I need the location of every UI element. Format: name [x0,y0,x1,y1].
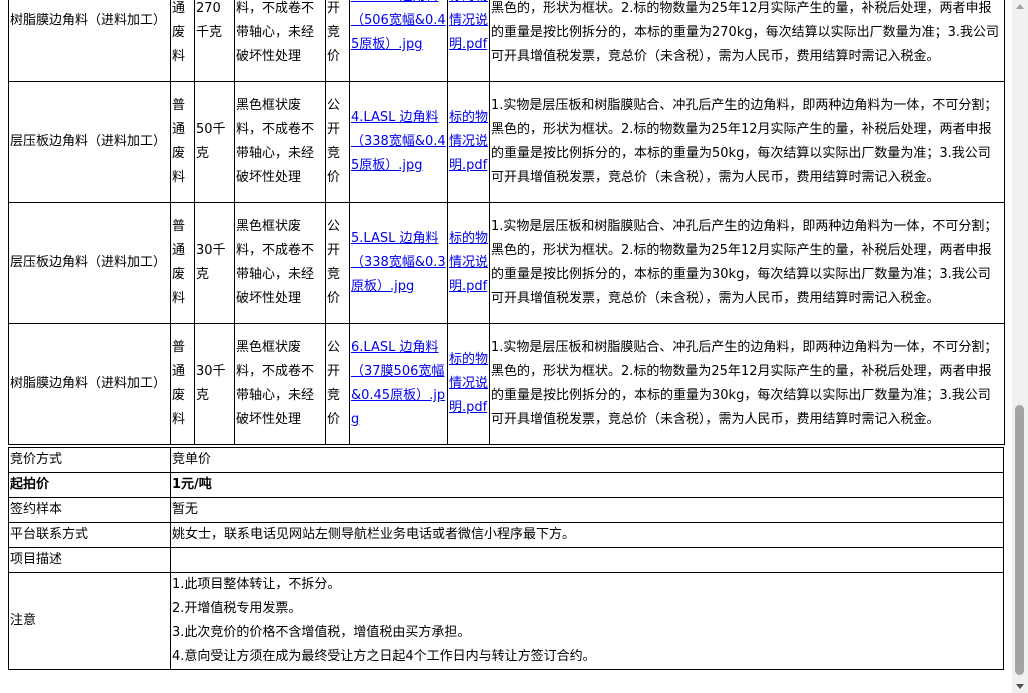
sample-value: 暂无 [170,497,1004,523]
item-photo-cell: 6.LASL 边角料（37膜506宽幅&0.45原板）.jpg [349,323,448,445]
item-doc-link[interactable]: 标的物情况说明.pdf [449,352,488,415]
item-photo-link[interactable]: 5.LASL 边角料（338宽幅&0.3原板）.jpg [351,231,446,294]
table-row: 树脂膜边角料（进料加工） 普通废料 30千克 黑色框状废料，不成卷不带轴心，未经… [8,323,1005,445]
scrollbar-thumb[interactable] [1015,405,1024,675]
description-label: 项目描述 [8,547,171,573]
item-doc-cell: 标的物情况说明.pdf [447,81,490,203]
item-category: 普通废料 [170,0,195,82]
table-row: 层压板边角料（进料加工） 普通废料 50千克 黑色框状废料，不成卷不带轴心，未经… [8,81,1005,203]
item-form: 黑色框状废料，不成卷不带轴心，未经破坏性处理 [234,81,326,203]
item-photo-link[interactable]: 3.LASL 边角料（506宽幅&0.45原板）.jpg [351,0,446,52]
item-doc-link[interactable]: 标的物情况说明.pdf [449,110,488,173]
item-method: 公开竞价 [325,81,350,203]
notice-label: 注意 [8,572,171,670]
meta-row-start-price: 起拍价 1元/吨 [8,472,1004,498]
scroll-up-arrow-icon[interactable] [1016,4,1024,9]
item-name: 树脂膜边角料（进料加工） [8,0,171,82]
lot-items-table: 树脂膜边角料（进料加工） 普通废料 270千克 黑色框状废料，不成卷不带轴心，未… [8,0,1005,445]
item-name: 层压板边角料（进料加工） [8,202,171,324]
scroll-down-arrow-icon[interactable] [1016,684,1024,689]
bid-method-label: 竞价方式 [8,447,171,473]
bid-method-value: 竞单价 [170,447,1004,473]
item-remark: 1.实物是层压板和树脂膜贴合、冲孔后产生的边角料，即两种边角料为一体，不可分割；… [489,81,1005,203]
item-form: 黑色框状废料，不成卷不带轴心，未经破坏性处理 [234,202,326,324]
item-doc-link[interactable]: 标的物情况说明.pdf [449,231,488,294]
meta-row-description: 项目描述 [8,547,1004,573]
notice-line: 1.此项目整体转让，不拆分。 [172,577,341,592]
item-remark: 1.实物是层压板和树脂膜贴合、冲孔后产生的边角料，即两种边角料为一体，不可分割；… [489,0,1005,82]
start-price-label: 起拍价 [8,472,171,498]
item-category: 普通废料 [170,323,195,445]
item-photo-link[interactable]: 4.LASL 边角料（338宽幅&0.45原板）.jpg [351,110,446,173]
item-remark: 1.实物是层压板和树脂膜贴合、冲孔后产生的边角料，即两种边角料为一体，不可分割；… [489,202,1005,324]
item-photo-link[interactable]: 6.LASL 边角料（37膜506宽幅&0.45原板）.jpg [351,340,445,427]
meta-row-sample: 签约样本 暂无 [8,497,1004,523]
page-viewport: 树脂膜边角料（进料加工） 普通废料 270千克 黑色框状废料，不成卷不带轴心，未… [0,0,1012,693]
item-weight: 270千克 [194,0,235,82]
lot-items-body: 树脂膜边角料（进料加工） 普通废料 270千克 黑色框状废料，不成卷不带轴心，未… [8,0,1005,445]
item-method: 公开竞价 [325,0,350,82]
item-weight: 50千克 [194,81,235,203]
item-photo-cell: 5.LASL 边角料（338宽幅&0.3原板）.jpg [349,202,448,324]
description-value [170,547,1004,573]
item-doc-link[interactable]: 标的物情况说明.pdf [449,0,488,52]
meta-row-contact: 平台联系方式 姚女士，联系电话见网站左侧导航栏业务电话或者微信小程序最下方。 [8,522,1004,548]
table-row: 树脂膜边角料（进料加工） 普通废料 270千克 黑色框状废料，不成卷不带轴心，未… [8,0,1005,82]
notice-line: 2.开增值税专用发票。 [172,601,302,616]
item-photo-cell: 3.LASL 边角料（506宽幅&0.45原板）.jpg [349,0,448,82]
sample-label: 签约样本 [8,497,171,523]
table-row: 层压板边角料（进料加工） 普通废料 30千克 黑色框状废料，不成卷不带轴心，未经… [8,202,1005,324]
item-photo-cell: 4.LASL 边角料（338宽幅&0.45原板）.jpg [349,81,448,203]
item-weight: 30千克 [194,323,235,445]
notice-value: 1.此项目整体转让，不拆分。 2.开增值税专用发票。 3.此次竞价的价格不含增值… [170,572,1004,670]
auction-meta-table-wrap: 竞价方式 竞单价 起拍价 1元/吨 签约样本 暂无 平台联系方式 姚女士，联系电… [8,447,1004,670]
meta-row-bid-method: 竞价方式 竞单价 [8,447,1004,473]
item-weight: 30千克 [194,202,235,324]
item-doc-cell: 标的物情况说明.pdf [447,0,490,82]
item-name: 层压板边角料（进料加工） [8,81,171,203]
auction-meta-table: 竞价方式 竞单价 起拍价 1元/吨 签约样本 暂无 平台联系方式 姚女士，联系电… [8,447,1004,670]
item-doc-cell: 标的物情况说明.pdf [447,323,490,445]
notice-line: 3.此次竞价的价格不含增值税，增值税由买方承担。 [172,625,471,640]
start-price-value: 1元/吨 [170,472,1004,498]
item-category: 普通废料 [170,81,195,203]
item-form: 黑色框状废料，不成卷不带轴心，未经破坏性处理 [234,0,326,82]
item-form: 黑色框状废料，不成卷不带轴心，未经破坏性处理 [234,323,326,445]
item-category: 普通废料 [170,202,195,324]
meta-row-notice: 注意 1.此项目整体转让，不拆分。 2.开增值税专用发票。 3.此次竞价的价格不… [8,572,1004,670]
lot-items-table-wrap: 树脂膜边角料（进料加工） 普通废料 270千克 黑色框状废料，不成卷不带轴心，未… [8,0,1005,445]
contact-label: 平台联系方式 [8,522,171,548]
item-method: 公开竞价 [325,202,350,324]
contact-value: 姚女士，联系电话见网站左侧导航栏业务电话或者微信小程序最下方。 [170,522,1004,548]
item-remark: 1.实物是层压板和树脂膜贴合、冲孔后产生的边角料，即两种边角料为一体，不可分割；… [489,323,1005,445]
notice-line: 4.意向受让方须在成为最终受让方之日起4个工作日内与转让方签订合约。 [172,649,596,664]
item-doc-cell: 标的物情况说明.pdf [447,202,490,324]
item-name: 树脂膜边角料（进料加工） [8,323,171,445]
vertical-scrollbar[interactable] [1012,0,1028,693]
item-method: 公开竞价 [325,323,350,445]
